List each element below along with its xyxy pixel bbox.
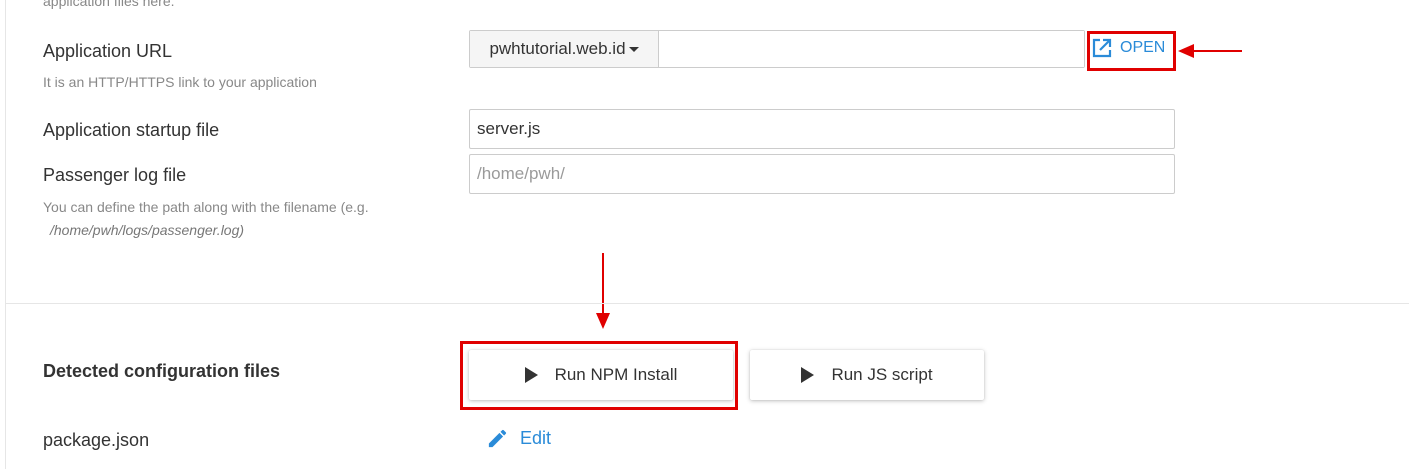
caret-down-icon [628, 46, 639, 52]
application-url-group: pwhtutorial.web.id [469, 30, 1085, 68]
application-url-hint: It is an HTTP/HTTPS link to your applica… [43, 74, 317, 90]
npm-highlight-box [460, 341, 738, 410]
run-js-script-button[interactable]: Run JS script [750, 350, 984, 400]
domain-select[interactable]: pwhtutorial.web.id [470, 31, 659, 67]
edit-link-label: Edit [520, 428, 552, 448]
section-divider [5, 303, 1409, 304]
domain-select-value: pwhtutorial.web.id [489, 39, 626, 58]
run-js-script-label: Run JS script [831, 365, 933, 384]
passenger-log-example: /home/pwh/logs/passenger.log) [50, 222, 245, 238]
passenger-log-label: Passenger log file [43, 165, 187, 185]
edit-package-json-link[interactable]: Edit [486, 427, 551, 450]
open-highlight-box [1087, 31, 1176, 71]
config-file-name: package.json [43, 430, 150, 450]
arrow-down-annotation-icon [596, 253, 610, 329]
application-url-path-input[interactable] [659, 31, 1084, 67]
play-icon [801, 367, 815, 383]
startup-file-label: Application startup file [43, 120, 220, 140]
arrow-left-annotation-icon [1178, 44, 1242, 58]
passenger-log-hint: You can define the path along with the f… [43, 199, 369, 215]
previous-field-hint: application files here. [43, 0, 175, 9]
pencil-icon [488, 429, 507, 448]
application-url-label: Application URL [43, 41, 173, 61]
passenger-log-input[interactable] [469, 154, 1175, 194]
startup-file-input[interactable] [469, 109, 1175, 149]
config-files-title: Detected configuration files [43, 361, 281, 381]
